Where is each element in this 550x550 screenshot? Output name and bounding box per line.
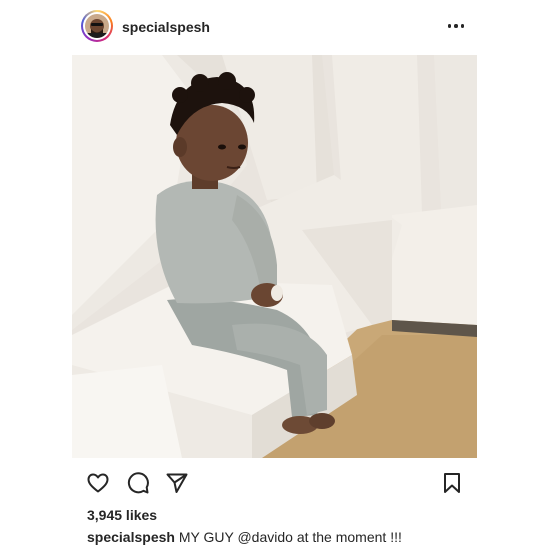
likes-count[interactable]: 3,945 likes xyxy=(87,507,157,523)
post-photo xyxy=(72,55,477,458)
comment-icon-glyph xyxy=(127,472,149,494)
caption-username[interactable]: specialspesh xyxy=(87,529,175,545)
heart-icon[interactable] xyxy=(86,471,110,495)
caption-text-end: at the moment !!! xyxy=(296,529,402,545)
post-actions xyxy=(0,466,550,498)
bookmark-icon-glyph xyxy=(444,473,460,493)
heart-icon-glyph xyxy=(87,473,109,493)
send-icon[interactable] xyxy=(165,471,189,495)
send-icon-glyph xyxy=(166,473,188,493)
more-dot xyxy=(460,24,465,28)
comment-icon[interactable] xyxy=(126,471,150,495)
avatar-image xyxy=(85,14,109,38)
more-options-icon[interactable] xyxy=(444,16,468,36)
post-image[interactable] xyxy=(72,55,477,458)
post-username[interactable]: specialspesh xyxy=(122,19,210,35)
post-header: specialspesh xyxy=(0,0,550,54)
more-dot xyxy=(447,24,452,28)
caption-text: MY GUY xyxy=(178,529,234,545)
bookmark-icon[interactable] xyxy=(440,471,464,495)
avatar[interactable] xyxy=(81,10,113,42)
post-caption: specialspesh MY GUY @davido at the momen… xyxy=(87,529,402,545)
avatar-frame xyxy=(83,12,111,40)
caption-mention[interactable]: @davido xyxy=(237,529,292,545)
more-dot xyxy=(454,24,458,28)
